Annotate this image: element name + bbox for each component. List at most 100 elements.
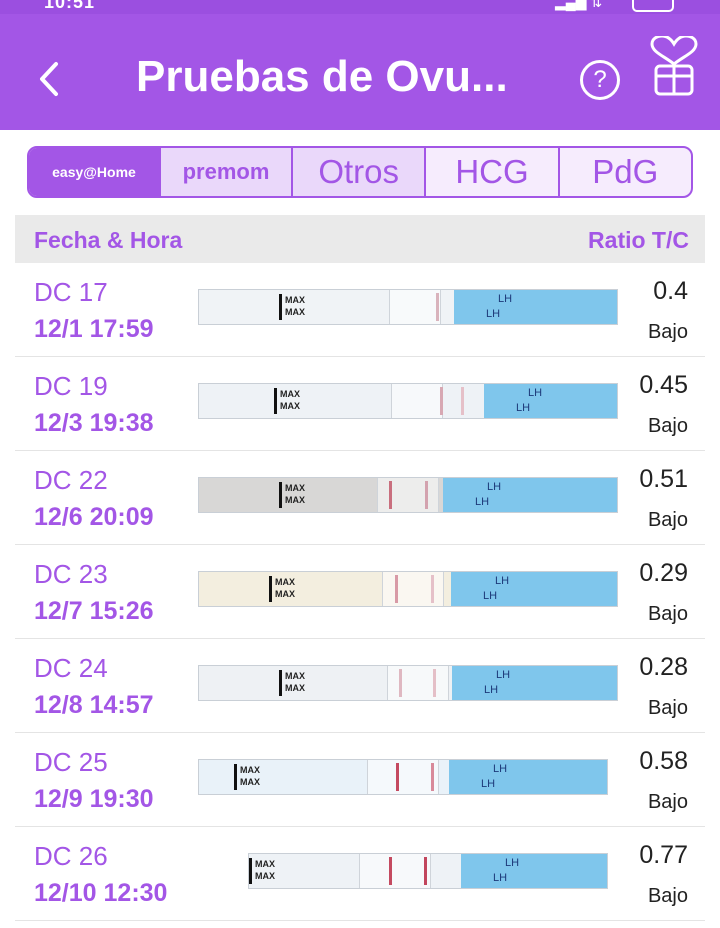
test-line xyxy=(461,387,464,415)
ratio-value: 0.28 xyxy=(639,653,688,681)
lh-label: LH xyxy=(481,778,496,790)
lh-label: LH xyxy=(496,669,511,681)
max-label: MAX xyxy=(275,589,295,599)
tab-easy-at-home[interactable]: easy@Home xyxy=(29,148,161,196)
test-line xyxy=(395,575,398,603)
test-line xyxy=(433,669,436,697)
cycle-day: DC 24 xyxy=(34,653,108,683)
test-line xyxy=(431,575,434,603)
max-label: MAX xyxy=(280,401,300,411)
ratio-value: 0.51 xyxy=(639,465,688,493)
max-label: MAX xyxy=(280,389,300,399)
ratio-level: Bajo xyxy=(647,697,688,719)
max-label: MAX xyxy=(285,683,305,693)
max-line-mark xyxy=(234,764,237,790)
max-line-mark xyxy=(279,294,282,320)
result-window xyxy=(387,666,449,700)
lh-label: LH xyxy=(484,684,499,696)
ratio-level: Bajo xyxy=(647,509,688,531)
test-row[interactable]: DC 23 12/7 15:26 0.29 Bajo MAX MAX LH LH xyxy=(15,545,705,639)
tab-premom[interactable]: premom xyxy=(161,148,293,196)
test-strip-image[interactable]: MAX MAX LH LH xyxy=(198,477,618,513)
test-datetime: 12/9 19:30 xyxy=(34,785,154,813)
lh-label: LH xyxy=(486,308,501,320)
lh-label: LH xyxy=(505,857,520,869)
strip-brand-label: LH LH xyxy=(451,572,617,606)
lh-label: LH xyxy=(483,590,498,602)
test-strip-image[interactable]: MAX MAX LH LH xyxy=(198,759,608,795)
test-strip-image[interactable]: MAX MAX LH LH xyxy=(248,853,608,889)
tab-label: Otros xyxy=(318,153,399,190)
tab-pdg[interactable]: PdG xyxy=(560,148,691,196)
test-line xyxy=(396,763,399,791)
strip-brand-label: LH LH xyxy=(449,760,607,794)
test-row[interactable]: DC 26 12/10 12:30 0.77 Bajo MAX MAX LH LH xyxy=(15,827,705,921)
tab-label: premom xyxy=(182,159,270,184)
max-label: MAX xyxy=(285,483,305,493)
max-line-mark xyxy=(269,576,272,602)
test-strip-image[interactable]: MAX MAX LH LH xyxy=(198,289,618,325)
test-row[interactable]: DC 19 12/3 19:38 0.45 Bajo MAX MAX LH LH xyxy=(15,357,705,451)
help-button[interactable]: ? xyxy=(580,60,620,100)
back-button[interactable] xyxy=(30,54,70,104)
lh-label: LH xyxy=(493,763,508,775)
tab-label: HCG xyxy=(455,153,529,190)
max-line-mark xyxy=(279,482,282,508)
ratio-level: Bajo xyxy=(647,603,688,625)
max-line-mark xyxy=(274,388,277,414)
test-line xyxy=(399,669,402,697)
ratio-value: 0.45 xyxy=(639,371,688,399)
cycle-day: DC 23 xyxy=(34,559,108,589)
test-line xyxy=(389,481,392,509)
test-line xyxy=(424,857,427,885)
lh-label: LH xyxy=(493,872,508,884)
lh-label: LH xyxy=(516,402,531,414)
column-header-ratio: Ratio T/C xyxy=(588,227,689,253)
tab-hcg[interactable]: HCG xyxy=(426,148,560,196)
test-row[interactable]: DC 25 12/9 19:30 0.58 Bajo MAX MAX LH LH xyxy=(15,733,705,827)
strip-brand-label: LH LH xyxy=(454,290,617,324)
strip-brand-label: LH LH xyxy=(461,854,607,888)
strip-brand-label: LH LH xyxy=(443,478,617,512)
test-line xyxy=(436,293,439,321)
ratio-value: 0.4 xyxy=(653,277,688,305)
heart-gift-button[interactable] xyxy=(646,34,702,100)
max-label: MAX xyxy=(285,495,305,505)
test-row[interactable]: DC 24 12/8 14:57 0.28 Bajo MAX MAX LH LH xyxy=(15,639,705,733)
ratio-value: 0.29 xyxy=(639,559,688,587)
test-row[interactable]: DC 22 12/6 20:09 0.51 Bajo MAX MAX LH LH xyxy=(15,451,705,545)
test-strip-image[interactable]: MAX MAX LH LH xyxy=(198,665,618,701)
result-window xyxy=(359,854,431,888)
max-label: MAX xyxy=(285,307,305,317)
test-strip-image[interactable]: MAX MAX LH LH xyxy=(198,571,618,607)
test-list: DC 17 12/1 17:59 0.4 Bajo MAX MAX LH LH DC 19 12/… xyxy=(15,263,705,921)
app-bar: 10:51 ▂▄▆ ⇅ Pruebas de Ovu... ? xyxy=(0,0,720,130)
max-line-mark xyxy=(249,858,252,884)
cycle-day: DC 22 xyxy=(34,465,108,495)
tab-otros[interactable]: Otros xyxy=(293,148,427,196)
result-window xyxy=(367,760,439,794)
ratio-level: Bajo xyxy=(647,415,688,437)
test-line xyxy=(389,857,392,885)
cycle-day: DC 25 xyxy=(34,747,108,777)
column-header-date: Fecha & Hora xyxy=(34,227,183,253)
result-window xyxy=(391,384,443,418)
tab-label: PdG xyxy=(592,153,659,190)
status-time: 10:51 xyxy=(44,0,96,12)
ratio-level: Bajo xyxy=(647,791,688,813)
lh-label: LH xyxy=(528,387,543,399)
chevron-left-icon xyxy=(40,62,58,96)
heart-gift-icon xyxy=(650,34,698,96)
ratio-value: 0.77 xyxy=(639,841,688,869)
lh-label: LH xyxy=(498,293,513,305)
lh-label: LH xyxy=(487,481,502,493)
max-label: MAX xyxy=(285,671,305,681)
test-strip-image[interactable]: MAX MAX LH LH xyxy=(198,383,618,419)
signal-icon: ▂▄▆ ⇅ xyxy=(555,0,603,10)
max-label: MAX xyxy=(275,577,295,587)
test-datetime: 12/10 12:30 xyxy=(34,879,168,907)
ratio-level: Bajo xyxy=(647,885,688,907)
result-window xyxy=(382,572,444,606)
test-row[interactable]: DC 17 12/1 17:59 0.4 Bajo MAX MAX LH LH xyxy=(15,263,705,357)
brand-tabs: easy@Home premom Otros HCG PdG xyxy=(27,146,693,198)
